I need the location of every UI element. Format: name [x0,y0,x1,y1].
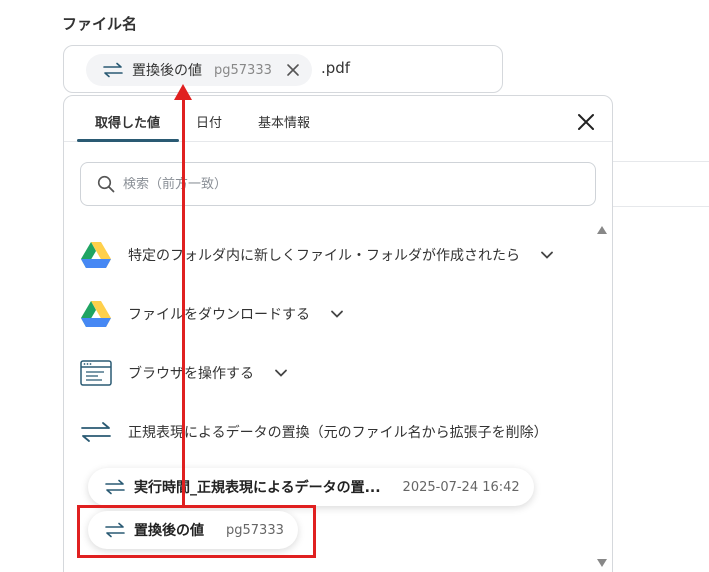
filename-field[interactable]: 置換後の値 pg57333 .pdf [63,45,503,93]
list-item-drive-trigger[interactable]: 特定のフォルダ内に新しくファイル・フォルダが作成されたら [80,237,554,273]
tab-date[interactable]: 日付 [196,112,222,131]
tab-acquired-values[interactable]: 取得した値 [95,112,160,131]
scroll-down-arrow[interactable] [597,559,607,567]
result-chip-execution-time[interactable]: 実行時間_正規表現によるデータの置... 2025-07-24 16:42 [88,468,534,506]
chevron-down-icon[interactable] [274,366,288,380]
item-label: 特定のフォルダ内に新しくファイル・フォルダが作成されたら [128,248,520,264]
google-drive-icon [80,298,112,330]
annotation-arrow [182,98,185,505]
result-value: 2025-07-24 16:42 [402,479,520,495]
list-item-download-file[interactable]: ファイルをダウンロードする [80,296,344,332]
item-label: ファイルをダウンロードする [128,307,310,323]
google-drive-icon [80,239,112,271]
swap-arrows-icon [80,416,112,448]
browser-window-icon [80,357,112,389]
search-box[interactable] [80,162,596,206]
item-label: 正規表現によるデータの置換（元のファイル名から拡張子を削除） [128,425,548,441]
token-id: pg57333 [214,62,272,78]
background-divider [612,206,709,207]
swap-arrows-icon [103,62,123,78]
active-tab-indicator [77,139,179,142]
swap-arrows-icon [105,479,125,495]
close-icon[interactable] [576,112,596,132]
filename-label: ファイル名 [62,15,138,33]
token-label: 置換後の値 [132,63,202,79]
chevron-down-icon[interactable] [330,307,344,321]
result-label: 実行時間_正規表現によるデータの置... [134,480,381,496]
filename-extension: .pdf [321,59,351,77]
scroll-up-arrow[interactable] [597,226,607,234]
chevron-down-icon[interactable] [540,248,554,262]
list-item-regex-replace[interactable]: 正規表現によるデータの置換（元のファイル名から拡張子を削除） [80,414,548,450]
item-label: ブラウザを操作する [128,366,254,382]
tab-basic-info[interactable]: 基本情報 [258,112,310,131]
picker-tabs: 取得した値 日付 基本情報 [64,96,612,142]
search-input[interactable] [123,176,543,192]
remove-token-icon[interactable] [286,63,300,77]
search-icon [97,175,115,193]
background-divider [612,161,709,162]
annotation-arrow-head [174,84,192,100]
highlight-box [77,505,316,558]
value-token-chip[interactable]: 置換後の値 pg57333 [86,54,312,86]
